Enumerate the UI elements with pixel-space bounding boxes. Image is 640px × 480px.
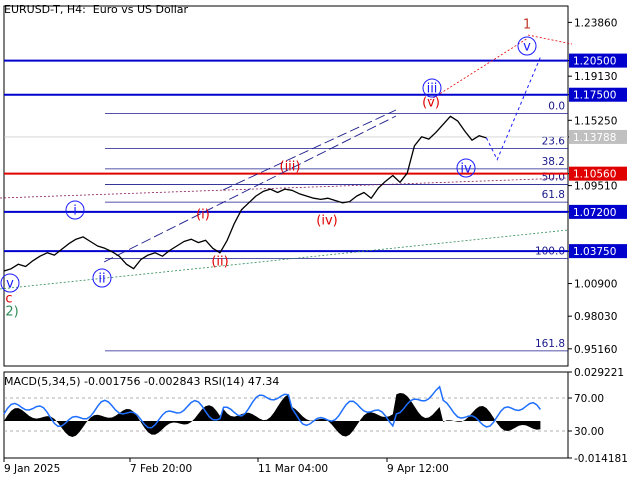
price-tick-label: 1.09510 [574,181,617,193]
chart-canvas[interactable]: 1.23860 1.20500 1.19130 1.17500 1.15250 1.137… [0,0,640,480]
price-tick-label: 0.98030 [574,311,617,323]
red-guide-line [429,37,529,101]
wave-label: (iv) [316,214,337,229]
time-tick-label: 11 Mar 04:00 [258,463,328,475]
indicator-tick-label: 0.029221 [574,367,624,379]
price-line [3,115,487,272]
fib-level-label: 161.8 [535,338,565,350]
trend-line-purple [0,177,569,199]
fib-level-label: 0.0 [548,100,565,112]
key-level-tag-label: 1.17500 [573,90,616,102]
wave-label: (iii) [280,160,301,175]
price-tick-label: 1.19130 [574,71,617,83]
indicator-tick-label: -0.014181 [574,453,628,465]
wave-label: i [73,204,77,219]
time-tick-label: 7 Feb 20:00 [130,463,192,475]
wave-label: v [6,277,14,292]
fib-level-label: 38.2 [542,156,565,168]
key-level-tag-label: 1.20500 [573,56,616,68]
chart-window: EURUSD-T, H4: Euro vs US Dollar MACD(5,3… [0,0,640,480]
projection-line [485,57,541,161]
price-tick-label: 1.15250 [574,115,617,127]
wave-label: iv [460,162,472,177]
fib-level-label: 61.8 [542,189,565,201]
channel-line-upper [222,109,397,191]
wave-label: iii [427,82,438,97]
time-tick-label: 9 Apr 12:00 [387,463,449,475]
price-tick-label: 0.95160 [574,344,617,356]
red-guide-line [527,34,573,45]
wave-label: 1 [523,18,531,33]
indicator-tick-label: 30.00 [574,426,604,438]
channel-line-lower [103,115,397,263]
wave-label: v [523,40,531,55]
time-tick-label: 9 Jan 2025 [4,463,60,475]
current-price-tag-label: 1.13788 [573,132,616,144]
price-tick-label: 1.23860 [574,17,617,29]
indicator-tick-label: 70.00 [574,393,604,405]
key-level-tag-label: 1.07200 [573,207,616,219]
key-level-tag-label: 1.03750 [573,246,616,258]
wave-label: (ii) [211,255,228,270]
key-level-tag-label: 1.10560 [573,169,616,181]
wave-label: (v) [422,96,440,111]
wave-label: (i) [196,208,210,223]
wave-label: 2) [5,305,18,320]
wave-label: ii [98,272,105,287]
price-tick-label: 1.00900 [574,279,617,291]
